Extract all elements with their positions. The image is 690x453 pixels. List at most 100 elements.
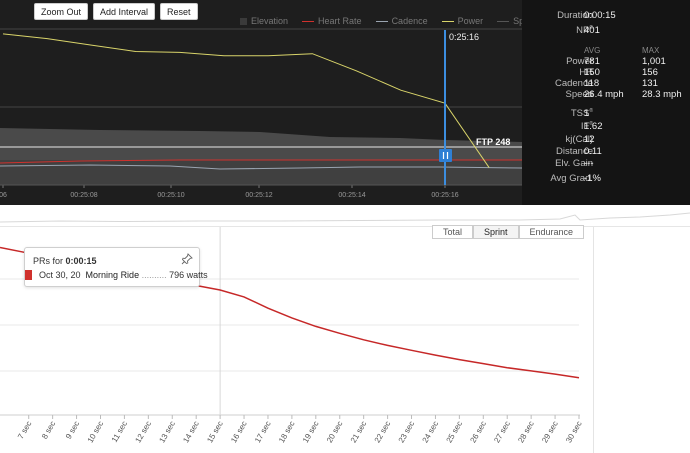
- ride-overview-strip[interactable]: [0, 205, 690, 227]
- distance-value: 0.11: [584, 146, 602, 157]
- kj-value: 12: [584, 134, 595, 145]
- pr-value: 796 watts: [169, 270, 208, 280]
- x-tick-label: 23 sec: [397, 420, 417, 445]
- x-tick-label: 13 sec: [157, 420, 177, 445]
- legend-label: Heart Rate: [318, 16, 362, 26]
- legend-item-heart-rate[interactable]: Heart Rate: [302, 16, 362, 26]
- speed-max: 28.3 mph: [642, 89, 682, 100]
- kj-row: kj(Cal) 12: [522, 134, 690, 146]
- hr-avg: 150: [584, 67, 600, 78]
- tab-total[interactable]: Total: [432, 225, 474, 239]
- x-tick-label: 21 sec: [349, 420, 369, 445]
- pr-tooltip: PRs for 0:00:15 Oct 30, 20 Morning Ride …: [24, 247, 208, 287]
- x-tick-label: 00:25:16: [431, 192, 458, 199]
- x-tick-label: 00:25:08: [70, 192, 97, 199]
- legend-swatch: [497, 20, 510, 22]
- elv-gain-value: ---: [584, 158, 594, 169]
- legend-swatch: [240, 17, 247, 25]
- reset-button[interactable]: Reset: [160, 3, 198, 20]
- tab-endurance[interactable]: Endurance: [518, 225, 585, 239]
- np-row: NP® 401: [522, 25, 690, 37]
- x-tick-label: 14 sec: [181, 420, 201, 445]
- tooltip-title: PRs for 0:00:15: [33, 256, 97, 266]
- hr-max: 156: [642, 67, 658, 78]
- x-tick-label: 9 sec: [64, 420, 81, 441]
- np-value: 401: [584, 25, 600, 36]
- chart-legend: Elevation Heart Rate Cadence Power Speed: [240, 16, 522, 26]
- speed-avg: 26.4 mph: [584, 89, 624, 100]
- legend-item-speed[interactable]: Speed: [497, 16, 522, 26]
- x-tick-label: 11 sec: [110, 420, 129, 444]
- avg-grade-row: Avg Grad. -1%: [522, 173, 690, 185]
- cursor-time-label: 0:25:16: [449, 32, 479, 42]
- speed-row: Speed 26.4 mph 28.3 mph: [522, 89, 690, 101]
- ride-detail-plot[interactable]: FTP 248 06 00:25:08 00:25:10 00:25:12 00:25:1…: [0, 0, 522, 205]
- x-tick-label: 06: [0, 192, 7, 199]
- x-tick-label: 8 sec: [40, 420, 57, 441]
- legend-label: Speed: [513, 16, 522, 26]
- elv-gain-row: Elv. Gain ---: [522, 158, 690, 170]
- tab-sprint[interactable]: Sprint: [473, 225, 519, 239]
- pr-date: Oct 30, 20: [39, 270, 81, 280]
- x-tick-label: 15 sec: [205, 420, 225, 445]
- tss-row: TSS® 1: [522, 108, 690, 120]
- power-max: 1,001: [642, 56, 666, 67]
- ftp-label: FTP 248: [476, 137, 510, 147]
- x-tick-label: 10 sec: [86, 420, 106, 445]
- cursor-handle[interactable]: [439, 149, 452, 162]
- chart-toolbar: Zoom Out Add Interval Reset: [34, 3, 198, 20]
- x-tick-label: 27 sec: [492, 420, 512, 445]
- x-tick-label: 16 sec: [229, 420, 249, 445]
- cadence-max: 131: [642, 78, 658, 89]
- avg-header: AVG: [584, 46, 601, 55]
- duration-value: 0:00:15: [584, 10, 616, 21]
- x-tick-label: 00:25:10: [157, 192, 184, 199]
- tss-value: 1: [584, 108, 590, 119]
- legend-item-power[interactable]: Power: [441, 16, 484, 26]
- ride-overview-sparkline: [0, 212, 690, 223]
- interval-stats-panel: Duration 0:00:15 NP® 401 AVG MAX Power 78…: [522, 0, 690, 205]
- tooltip-entry: Oct 30, 20 Morning Ride .......... 796 w…: [39, 270, 208, 280]
- x-tick-label: 17 sec: [253, 420, 273, 445]
- x-tick-label: 24 sec: [421, 420, 441, 445]
- legend-label: Cadence: [391, 16, 428, 26]
- x-tick-label: 25 sec: [445, 420, 465, 445]
- x-tick-label: 7 sec: [16, 420, 33, 441]
- power-analysis-view: FTP 248 06 00:25:08 00:25:10 00:25:12 00:25:1…: [0, 0, 690, 453]
- zoom-out-button[interactable]: Zoom Out: [34, 3, 89, 20]
- x-tick-label: 22 sec: [373, 420, 393, 445]
- panel-divider: [593, 227, 594, 453]
- x-tick-label: 18 sec: [277, 420, 297, 445]
- x-tick-label: 00:25:12: [245, 192, 272, 199]
- legend-item-cadence[interactable]: Cadence: [375, 16, 428, 26]
- legend-swatch: [441, 20, 454, 22]
- pin-icon[interactable]: [181, 253, 193, 265]
- duration-range-tabs: Total Sprint Endurance: [432, 225, 585, 239]
- tss-label: TSS®: [570, 108, 593, 120]
- add-interval-button[interactable]: Add Interval: [93, 3, 156, 20]
- series-color-swatch: [25, 270, 32, 280]
- if-row: IF® 1.62: [522, 121, 690, 133]
- x-tick-label: 26 sec: [468, 420, 488, 445]
- max-header: MAX: [642, 46, 660, 55]
- legend-item-elevation[interactable]: Elevation: [240, 16, 288, 26]
- x-tick-label: 12 sec: [133, 420, 153, 445]
- pr-ride-name[interactable]: Morning Ride: [86, 270, 140, 280]
- distance-row: Distance 0.11: [522, 146, 690, 158]
- x-tick-label: 19 sec: [301, 420, 321, 445]
- legend-swatch: [375, 20, 388, 22]
- power-avg: 781: [584, 56, 600, 67]
- x-tick-label: 28 sec: [516, 420, 536, 445]
- x-tick-label: 29 sec: [540, 420, 560, 445]
- x-tick-label: 20 sec: [325, 420, 345, 445]
- avg-grade-value: -1%: [584, 173, 601, 184]
- elevation-lower: [0, 160, 522, 185]
- legend-swatch: [302, 20, 315, 22]
- legend-label: Power: [457, 16, 484, 26]
- ride-detail-chart[interactable]: FTP 248 06 00:25:08 00:25:10 00:25:12 00:25:1…: [0, 0, 522, 205]
- legend-label: Elevation: [251, 16, 289, 26]
- x-tick-label: 00:25:14: [338, 192, 365, 199]
- x-tick-label: 30 sec: [564, 420, 584, 445]
- if-value: 1.62: [584, 121, 603, 132]
- cadence-avg: 118: [584, 78, 600, 89]
